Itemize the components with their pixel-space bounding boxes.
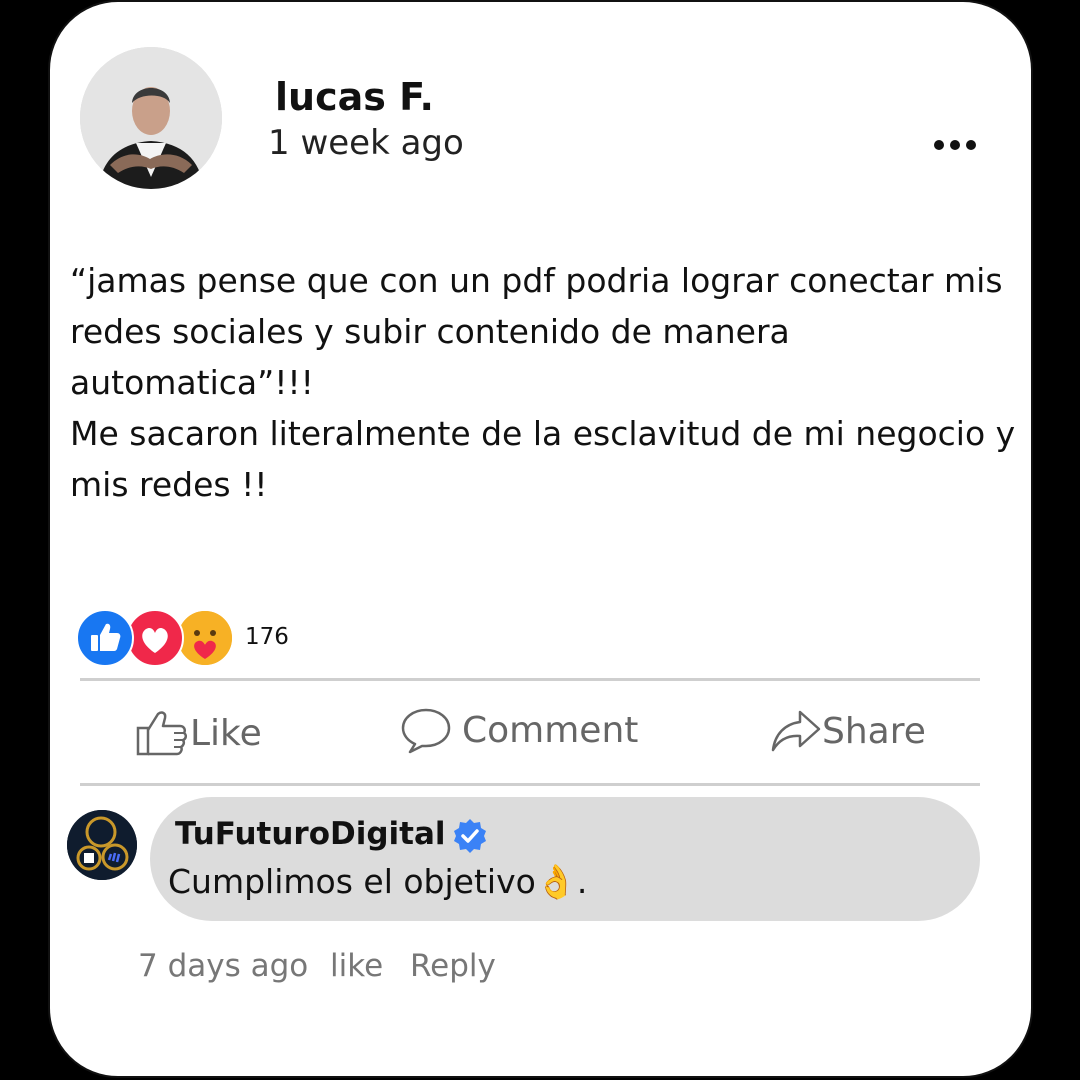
comment-button[interactable]: Comment bbox=[400, 706, 638, 754]
reaction-count[interactable]: 176 bbox=[245, 624, 289, 650]
divider bbox=[80, 678, 980, 681]
post-text-line: Me sacaron literalmente de la esclavitud… bbox=[70, 414, 1016, 504]
like-button[interactable]: Like bbox=[136, 708, 262, 758]
share-arrow-icon bbox=[771, 710, 821, 752]
comment-timestamp[interactable]: 7 days ago bbox=[138, 948, 308, 984]
comment-like-link[interactable]: like bbox=[330, 948, 383, 984]
more-options-button[interactable] bbox=[930, 133, 980, 157]
commenter-avatar[interactable] bbox=[67, 810, 137, 880]
author-avatar[interactable] bbox=[80, 47, 222, 189]
divider bbox=[80, 783, 980, 786]
like-label: Like bbox=[190, 712, 262, 754]
author-name[interactable]: lucas F. bbox=[275, 75, 434, 119]
commenter-name[interactable]: TuFuturoDigital bbox=[175, 816, 446, 852]
verified-badge-icon bbox=[452, 818, 488, 858]
gear-logo-icon bbox=[67, 810, 137, 880]
like-icon bbox=[76, 609, 134, 667]
thumbs-up-icon bbox=[136, 711, 188, 756]
more-dot-icon bbox=[934, 140, 944, 150]
comment-text: Cumplimos el objetivo👌. bbox=[168, 862, 588, 901]
share-label: Share bbox=[822, 710, 926, 752]
comment-reply-link[interactable]: Reply bbox=[410, 948, 496, 984]
comment-label: Comment bbox=[462, 709, 639, 751]
care-icon bbox=[176, 609, 234, 667]
more-dot-icon bbox=[950, 140, 960, 150]
comment-icon bbox=[401, 708, 451, 754]
love-icon bbox=[126, 609, 184, 667]
author-photo bbox=[80, 47, 222, 189]
more-dot-icon bbox=[966, 140, 976, 150]
post-body: “jamas pense que con un pdf podria logra… bbox=[70, 255, 1020, 510]
post-text-line: “jamas pense que con un pdf podria logra… bbox=[70, 261, 1003, 402]
share-button[interactable]: Share bbox=[770, 708, 926, 754]
post-timestamp[interactable]: 1 week ago bbox=[268, 123, 464, 163]
